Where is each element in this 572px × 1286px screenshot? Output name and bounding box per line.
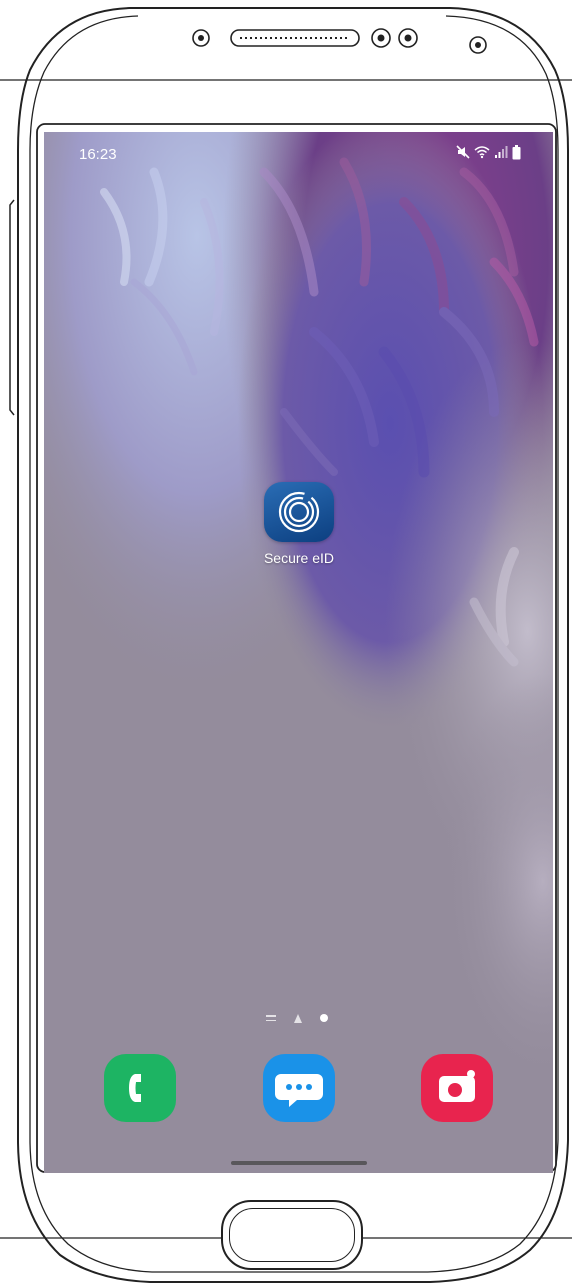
phone-screen: 16:23 Secure eID	[44, 132, 553, 1173]
status-icons	[456, 144, 521, 160]
battery-icon	[512, 144, 521, 160]
phone-icon	[129, 1074, 141, 1102]
gesture-navigation-handle[interactable]	[231, 1161, 367, 1165]
status-bar: 16:23	[44, 132, 553, 176]
speaker-grille-icon	[230, 29, 360, 47]
messages-icon	[275, 1074, 323, 1107]
mute-icon	[456, 145, 470, 159]
dock-phone-app[interactable]	[104, 1054, 176, 1122]
sensor-icon	[192, 29, 210, 47]
home-button[interactable]	[221, 1200, 363, 1270]
apps-list-indicator-icon	[266, 1015, 276, 1021]
dock-camera-app[interactable]	[421, 1054, 493, 1122]
dock-messages-app[interactable]	[263, 1054, 335, 1122]
signal-icon	[494, 145, 508, 159]
status-time: 16:23	[79, 146, 117, 163]
camera-icon	[439, 1070, 475, 1102]
home-page-indicator-icon	[294, 1013, 302, 1023]
app-label: Secure eID	[263, 550, 335, 566]
page-indicator[interactable]	[266, 1012, 328, 1024]
dock	[44, 1054, 553, 1134]
app-secure-eid[interactable]: Secure eID	[251, 482, 347, 566]
secure-eid-icon	[264, 482, 334, 542]
wifi-icon	[474, 145, 490, 159]
current-page-dot	[320, 1014, 328, 1022]
